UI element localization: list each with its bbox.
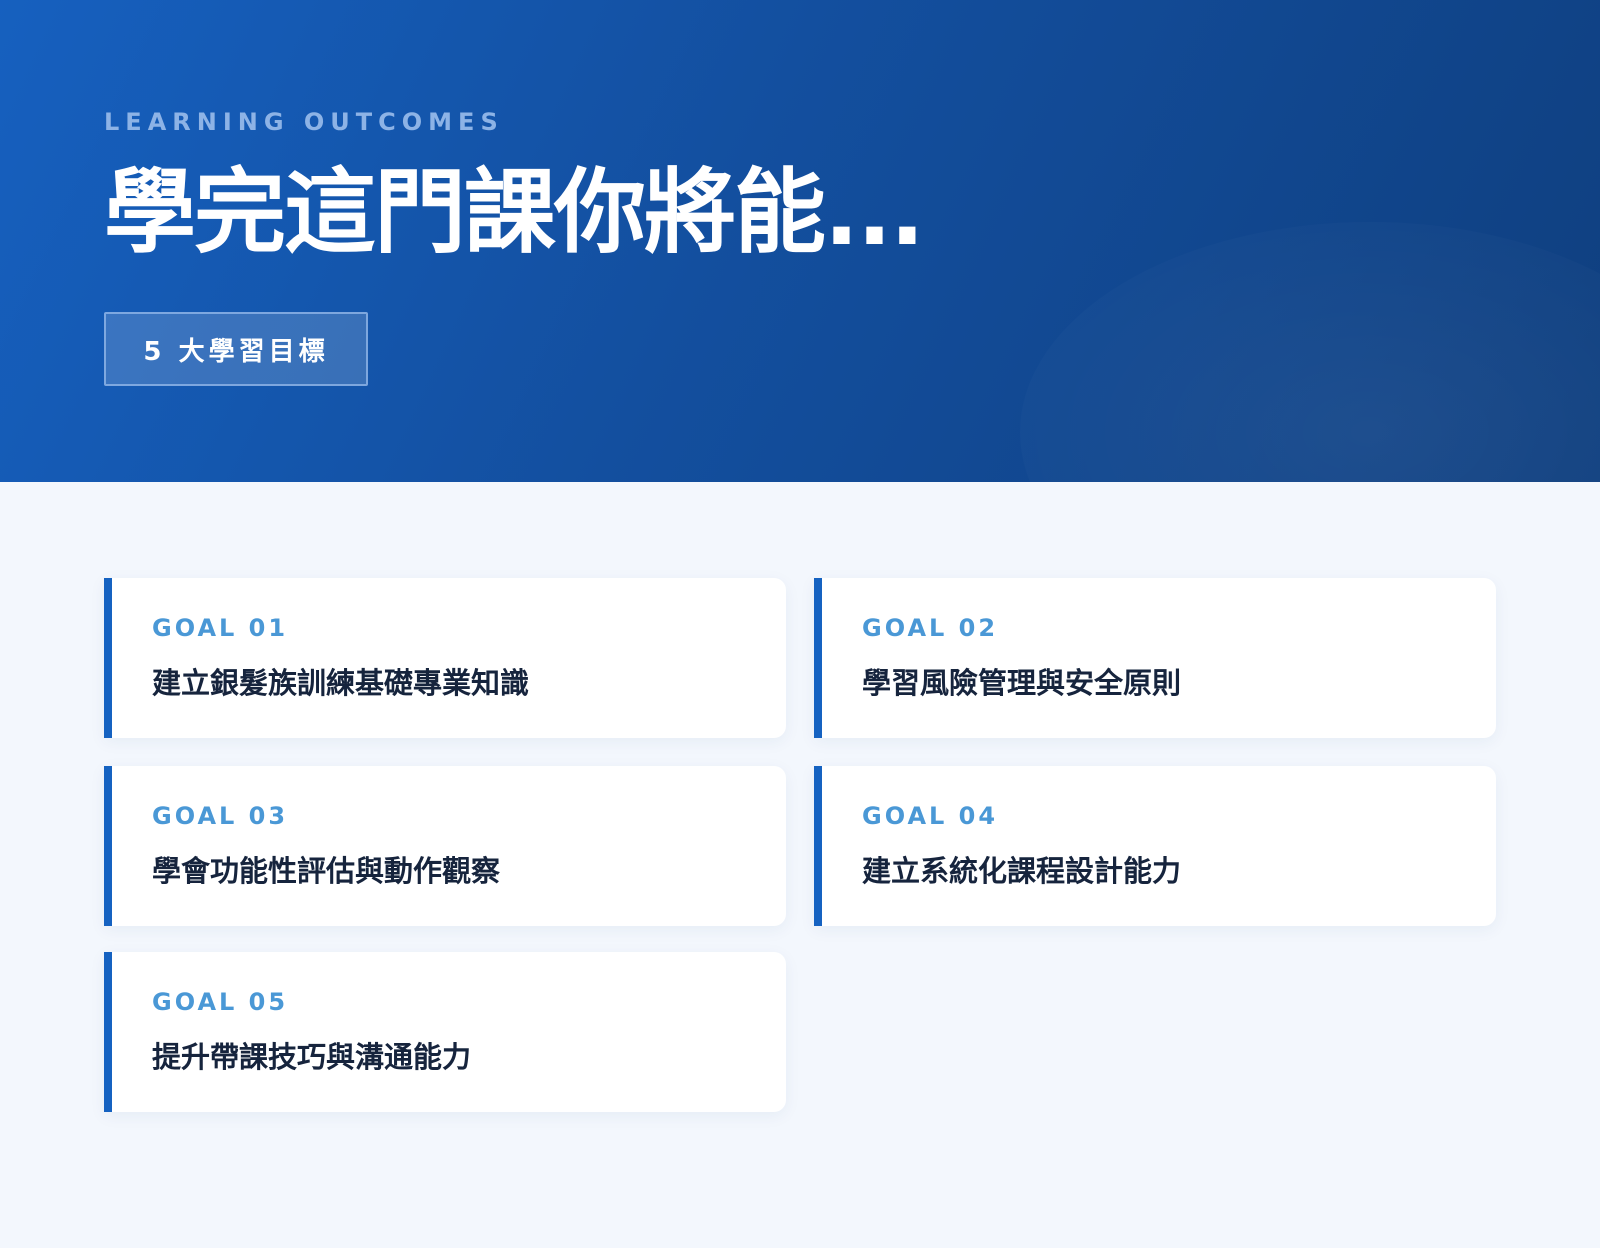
goal-card-04: GOAL 04 建立系統化課程設計能力 <box>814 766 1496 926</box>
goal-card-02: GOAL 02 學習風險管理與安全原則 <box>814 578 1496 738</box>
goal-label: GOAL 01 <box>152 614 289 642</box>
page-title: 學完這門課你將能... <box>104 159 925 266</box>
goal-description: 建立系統化課程設計能力 <box>862 854 1182 888</box>
goal-label: GOAL 02 <box>862 614 999 642</box>
goal-label: GOAL 05 <box>152 988 289 1016</box>
goal-label: GOAL 04 <box>862 802 999 830</box>
goals-count-badge: 5 大學習目標 <box>104 312 368 386</box>
goal-description: 學會功能性評估與動作觀察 <box>152 854 501 888</box>
goal-label: GOAL 03 <box>152 802 289 830</box>
goal-card-01: GOAL 01 建立銀髮族訓練基礎專業知識 <box>104 578 786 738</box>
goal-card-03: GOAL 03 學會功能性評估與動作觀察 <box>104 766 786 926</box>
goal-description: 建立銀髮族訓練基礎專業知識 <box>152 666 530 700</box>
hero-banner: LEARNING OUTCOMES 學完這門課你將能... 5 大學習目標 <box>0 0 1600 482</box>
section-eyebrow: LEARNING OUTCOMES <box>104 108 504 136</box>
goal-description: 提升帶課技巧與溝通能力 <box>152 1040 472 1074</box>
goal-card-05: GOAL 05 提升帶課技巧與溝通能力 <box>104 952 786 1112</box>
goal-description: 學習風險管理與安全原則 <box>862 666 1182 700</box>
hero-background-glow <box>1020 222 1600 482</box>
